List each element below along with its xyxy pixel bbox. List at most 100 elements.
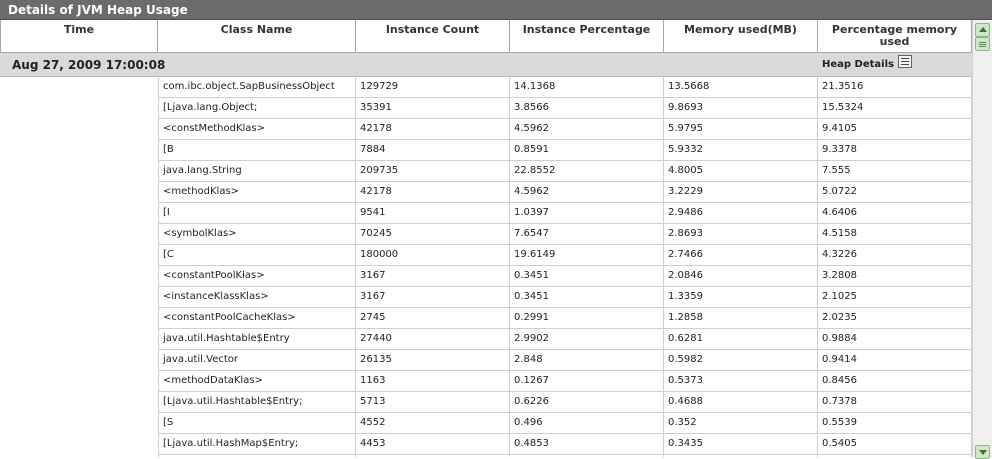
column-header-instance-percentage[interactable]: Instance Percentage [510,20,664,53]
table-row[interactable]: java.lang.String 209735 22.8552 4.8005 7.555 [0,161,972,182]
heap-usage-table: Time Class Name Instance Count Instance … [0,20,972,457]
percentage-memory-used-cell: 3.2808 [818,266,972,287]
instance-count-cell: 27440 [356,329,510,350]
class-name-cell: java.util.Hashtable$Entry [158,329,356,350]
memory-used-cell: 0.4688 [664,392,818,413]
table-row[interactable]: <constantPoolCacheKlas> 2745 0.2991 1.2858 2… [0,308,972,329]
class-name-cell: [Ljava.util.HashMap$Entry; [158,434,356,455]
class-name-cell: <symbolKlas> [158,224,356,245]
instance-percentage-cell: 2.848 [510,350,664,371]
instance-percentage-cell: 7.6547 [510,224,664,245]
class-name-cell: <constantPoolCacheKlas> [158,308,356,329]
table-row[interactable]: <symbolKlas> 70245 7.6547 2.8693 4.5158 [0,224,972,245]
instance-count-cell: 70245 [356,224,510,245]
memory-used-cell: 0.352 [664,413,818,434]
class-name-cell: java.lang.String [158,161,356,182]
group-row: Aug 27, 2009 17:00:08 Heap Details [0,53,972,77]
table-row[interactable]: <instanceKlassKlas> 3167 0.3451 1.3359 2.102… [0,287,972,308]
instance-count-cell: 2745 [356,308,510,329]
memory-used-cell: 1.3359 [664,287,818,308]
instance-count-cell: 5713 [356,392,510,413]
memory-used-cell: 5.9795 [664,119,818,140]
instance-percentage-cell: 3.8566 [510,98,664,119]
memory-used-cell: 1.2858 [664,308,818,329]
class-name-cell: java.util.Vector [158,350,356,371]
table-row[interactable]: [Ljava.util.HashMap$Entry; 4453 0.4853 0.34… [0,434,972,455]
percentage-memory-used-cell: 2.1025 [818,287,972,308]
list-icon[interactable] [898,55,912,68]
instance-percentage-cell: 0.8591 [510,140,664,161]
instance-percentage-cell: 0.4853 [510,434,664,455]
instance-percentage-cell: 4.5962 [510,119,664,140]
instance-percentage-cell: 19.6149 [510,245,664,266]
table-row[interactable]: [B 7884 0.8591 5.9332 9.3378 [0,140,972,161]
percentage-memory-used-cell: 9.3378 [818,140,972,161]
column-header-class-name[interactable]: Class Name [158,20,356,53]
heap-details-link[interactable]: Heap Details [822,59,894,70]
column-header-percentage-memory-used[interactable]: Percentage memory used [818,20,972,53]
table-row[interactable]: <methodKlas> 42178 4.5962 3.2229 5.0722 [0,182,972,203]
instance-percentage-cell: 0.1267 [510,371,664,392]
memory-used-cell: 2.9486 [664,203,818,224]
table-row[interactable]: [I 9541 1.0397 2.9486 4.6406 [0,203,972,224]
instance-percentage-cell: 0.3451 [510,266,664,287]
table-row[interactable]: <methodDataKlas> 1163 0.1267 0.5373 0.8456 [0,371,972,392]
memory-used-cell: 2.7466 [664,245,818,266]
class-name-cell: [I [158,203,356,224]
memory-used-cell: 0.5982 [664,350,818,371]
column-header-time[interactable]: Time [0,20,158,53]
memory-used-cell: 13.5668 [664,77,818,98]
percentage-memory-used-cell: 2.0235 [818,308,972,329]
percentage-memory-used-cell: 0.7378 [818,392,972,413]
group-timestamp: Aug 27, 2009 17:00:08 [12,58,166,72]
instance-count-cell: 7884 [356,140,510,161]
instance-count-cell: 26135 [356,350,510,371]
table-row[interactable]: [Ljava.lang.Object; 35391 3.8566 9.8693 15.5… [0,98,972,119]
instance-count-cell: 42178 [356,119,510,140]
instance-count-cell: 42178 [356,182,510,203]
instance-percentage-cell: 4.5962 [510,182,664,203]
table-row[interactable]: java.util.Vector 26135 2.848 0.5982 0.9414 [0,350,972,371]
instance-percentage-cell: 2.9902 [510,329,664,350]
memory-used-cell: 0.3435 [664,434,818,455]
instance-percentage-cell: 0.3451 [510,287,664,308]
percentage-memory-used-cell: 0.9884 [818,329,972,350]
percentage-memory-used-cell: 4.6406 [818,203,972,224]
instance-percentage-cell: 0.496 [510,413,664,434]
table-row[interactable]: <constantPoolKlas> 3167 0.3451 2.0846 3.2808 [0,266,972,287]
instance-count-cell: 9541 [356,203,510,224]
table-row[interactable]: java.util.Hashtable$Entry 27440 2.9902 0.62… [0,329,972,350]
table-row[interactable]: <constMethodKlas> 42178 4.5962 5.9795 9.4105 [0,119,972,140]
percentage-memory-used-cell: 0.5405 [818,434,972,455]
class-name-cell: [Ljava.util.Hashtable$Entry; [158,392,356,413]
percentage-memory-used-cell: 21.3516 [818,77,972,98]
percentage-memory-used-cell: 4.3226 [818,245,972,266]
instance-percentage-cell: 0.6226 [510,392,664,413]
memory-used-cell: 0.5373 [664,371,818,392]
scroll-thumb[interactable] [975,37,990,51]
instance-percentage-cell: 0.2991 [510,308,664,329]
class-name-cell: [B [158,140,356,161]
memory-used-cell: 4.8005 [664,161,818,182]
instance-count-cell: 3167 [356,266,510,287]
table-row[interactable]: com.ibc.object.SapBusinessObject 129729 14… [0,77,972,98]
scroll-up-arrow-icon[interactable] [975,23,990,37]
class-name-cell: <methodDataKlas> [158,371,356,392]
instance-count-cell: 209735 [356,161,510,182]
table-row[interactable]: [C 180000 19.6149 2.7466 4.3226 [0,245,972,266]
memory-used-cell: 3.2229 [664,182,818,203]
percentage-memory-used-cell: 4.5158 [818,224,972,245]
column-header-memory-used[interactable]: Memory used(MB) [664,20,818,53]
table-body: com.ibc.object.SapBusinessObject 129729 14… [0,77,972,457]
vertical-scrollbar[interactable] [972,20,992,459]
instance-count-cell: 129729 [356,77,510,98]
class-name-cell: <constantPoolKlas> [158,266,356,287]
class-name-cell: <instanceKlassKlas> [158,287,356,308]
memory-used-cell: 5.9332 [664,140,818,161]
instance-count-cell: 1163 [356,371,510,392]
table-row[interactable]: [Ljava.util.Hashtable$Entry; 5713 0.6226 0.… [0,392,972,413]
instance-percentage-cell: 14.1368 [510,77,664,98]
class-name-cell: <methodKlas> [158,182,356,203]
table-row[interactable]: [S 4552 0.496 0.352 0.5539 [0,413,972,434]
column-header-instance-count[interactable]: Instance Count [356,20,510,53]
